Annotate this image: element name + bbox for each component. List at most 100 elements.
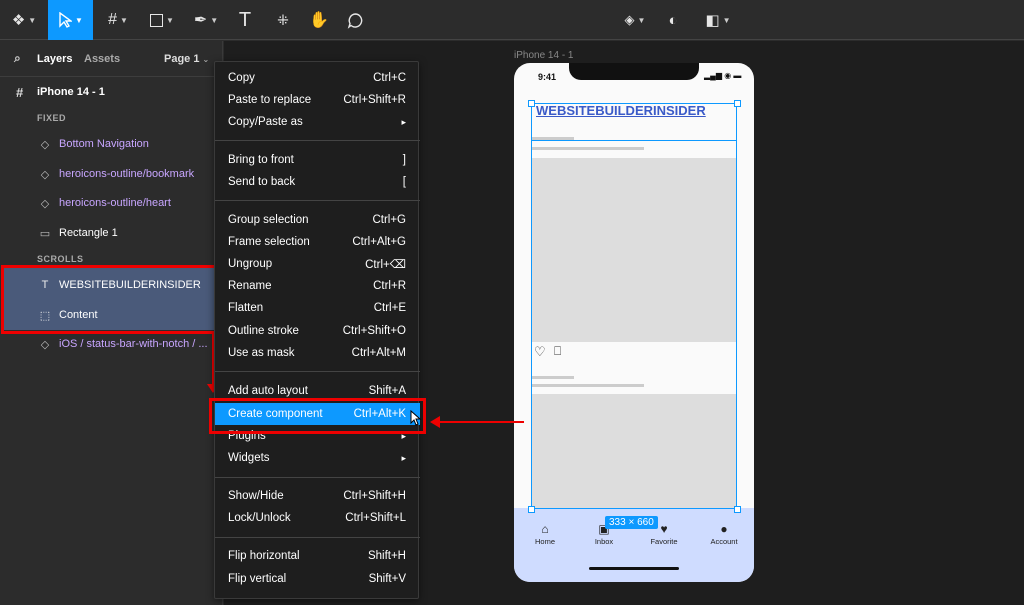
menu-item-flip-horizontal[interactable]: Flip horizontal Shift+H (215, 545, 420, 567)
section-scrolls: SCROLLS (37, 254, 84, 264)
menu-shortcut: Ctrl+Shift+O (342, 325, 406, 337)
selection-frame[interactable] (531, 103, 737, 509)
menu-shortcut: Shift+V (368, 573, 406, 585)
nav-label: Inbox (594, 537, 614, 546)
mouse-cursor-icon (410, 410, 422, 426)
page-selector[interactable]: Page 1 ⌄ (164, 53, 209, 65)
phone-notch (569, 63, 699, 80)
hand-tool-button[interactable]: ✋ (306, 0, 332, 40)
layer-label: iOS / status-bar-with-notch / ... (59, 338, 208, 350)
comment-tool-button[interactable] (342, 0, 368, 40)
hand-icon: ✋ (309, 12, 329, 29)
pen-icon: ✒ (193, 12, 208, 29)
panel-tabs: ⌕ Layers Assets Page 1 ⌄ (0, 41, 222, 77)
component-instance-icon: ◇ (40, 338, 50, 351)
annotation-arrow-left (440, 421, 524, 423)
menu-item-group-selection[interactable]: Group selection Ctrl+G (215, 209, 420, 231)
section-fixed: FIXED (37, 113, 67, 123)
menu-label: Copy (228, 72, 255, 84)
tab-assets[interactable]: Assets (84, 53, 120, 65)
annotation-highlight-create-component (209, 398, 426, 434)
menu-shortcut: Ctrl+R (373, 280, 406, 292)
tab-layers[interactable]: Layers (37, 53, 72, 65)
status-icons: ▂▄▆ ◉ ▬ (704, 71, 742, 80)
menu-item-frame-selection[interactable]: Frame selection Ctrl+Alt+G (215, 231, 420, 253)
menu-item-outline-stroke[interactable]: Outline stroke Ctrl+Shift+O (215, 320, 420, 342)
main-menu-button[interactable]: ❖ ▼ (6, 0, 42, 40)
frame-tool-button[interactable]: # ▼ (100, 0, 136, 40)
layer-label: Rectangle 1 (59, 227, 118, 239)
menu-shortcut: Ctrl+Shift+R (343, 94, 406, 106)
inner-divider (531, 140, 737, 141)
menu-shortcut: ] (402, 154, 406, 166)
menu-label: Flip vertical (228, 573, 287, 585)
menu-label: Show/Hide (228, 490, 284, 502)
menu-label: Copy/Paste as (228, 116, 303, 128)
menu-label: Flatten (228, 302, 264, 314)
search-icon[interactable]: ⌕ (14, 51, 21, 66)
home-indicator (589, 567, 679, 570)
menu-item-use-as-mask[interactable]: Use as mask Ctrl+Alt+M (215, 342, 420, 364)
resize-handle[interactable] (528, 100, 535, 107)
menu-item-show-hide[interactable]: Show/Hide Ctrl+Shift+H (215, 485, 420, 507)
nav-label: Home (534, 537, 555, 546)
menu-label: Frame selection (228, 236, 310, 248)
resize-handle[interactable] (734, 506, 741, 513)
resize-handle[interactable] (734, 100, 741, 107)
component-menu-button[interactable]: ◈ ▼ (618, 0, 652, 40)
resize-handle[interactable] (528, 506, 535, 513)
layer-heart[interactable]: ◇ heroicons-outline/heart (0, 188, 223, 218)
menu-shortcut: Ctrl+Shift+H (343, 490, 406, 502)
menu-shortcut: Ctrl+Shift+L (345, 512, 406, 524)
boolean-icon: ◧ (705, 12, 720, 29)
page-selector-label: Page 1 (164, 53, 200, 65)
hash-icon: # (16, 84, 24, 100)
layer-frame-iphone[interactable]: # iPhone 14 - 1 (0, 77, 223, 107)
home-icon: ⌂ (541, 522, 549, 536)
menu-item-lock-unlock[interactable]: Lock/Unlock Ctrl+Shift+L (215, 507, 420, 529)
component-instance-icon: ◇ (40, 197, 50, 210)
menu-label: Lock/Unlock (228, 512, 291, 524)
menu-separator (215, 140, 420, 141)
menu-item-widgets[interactable]: Widgets ▸ (215, 447, 420, 469)
annotation-highlight-layers (1, 265, 217, 334)
menu-label: Flip horizontal (228, 550, 300, 562)
menu-item-bring-to-front[interactable]: Bring to front] (215, 149, 420, 171)
menu-label: Add auto layout (228, 385, 308, 397)
nav-label: Account (710, 537, 738, 546)
nav-account[interactable]: ● Account (699, 522, 749, 546)
menu-item-paste-to-replace[interactable]: Paste to replace Ctrl+Shift+R (215, 89, 420, 111)
component-icon: ◈ (624, 12, 635, 27)
nav-home[interactable]: ⌂ Home (520, 522, 570, 546)
shape-tool-button[interactable]: ▼ (144, 0, 180, 40)
menu-item-copy-paste-as[interactable]: Copy/Paste as ▸ (215, 111, 420, 133)
resources-button[interactable]: ⁜ (270, 0, 296, 40)
menu-item-flatten[interactable]: Flatten Ctrl+E (215, 297, 420, 319)
rectangle-icon (150, 13, 164, 27)
text-tool-button[interactable]: T (232, 0, 258, 40)
mask-button[interactable]: ◐ (660, 0, 686, 40)
menu-separator (215, 200, 420, 201)
layer-label: heroicons-outline/heart (59, 197, 171, 209)
menu-item-flip-vertical[interactable]: Flip vertical Shift+V (215, 568, 420, 590)
submenu-arrow-icon: ▸ (401, 452, 406, 463)
move-tool-button[interactable]: ▼ (48, 0, 93, 40)
menu-item-rename[interactable]: Rename Ctrl+R (215, 275, 420, 297)
layer-bookmark[interactable]: ◇ heroicons-outline/bookmark (0, 159, 223, 189)
menu-shortcut: Ctrl+C (373, 72, 406, 84)
boolean-menu-button[interactable]: ◧ ▼ (700, 0, 736, 40)
context-menu: Copy Ctrl+C Paste to replace Ctrl+Shift+R … (214, 61, 420, 599)
layer-label: Bottom Navigation (59, 138, 149, 150)
menu-item-send-to-back[interactable]: Send to back [ (215, 171, 420, 193)
menu-shortcut: Shift+H (367, 550, 406, 562)
menu-item-copy[interactable]: Copy Ctrl+C (215, 67, 420, 89)
pen-tool-button[interactable]: ✒ ▼ (188, 0, 224, 40)
menu-label: Widgets (228, 452, 270, 464)
layer-rectangle-1[interactable]: ▭ Rectangle 1 (0, 218, 223, 248)
menu-item-ungroup[interactable]: Ungroup Ctrl+⌫ (215, 253, 420, 275)
layer-bottom-navigation[interactable]: ◇ Bottom Navigation (0, 129, 223, 159)
frame-label[interactable]: iPhone 14 - 1 (514, 50, 574, 61)
contrast-icon: ◐ (668, 11, 678, 29)
component-instance-icon: ◇ (40, 138, 50, 151)
frame-name: iPhone 14 - 1 (37, 86, 105, 98)
